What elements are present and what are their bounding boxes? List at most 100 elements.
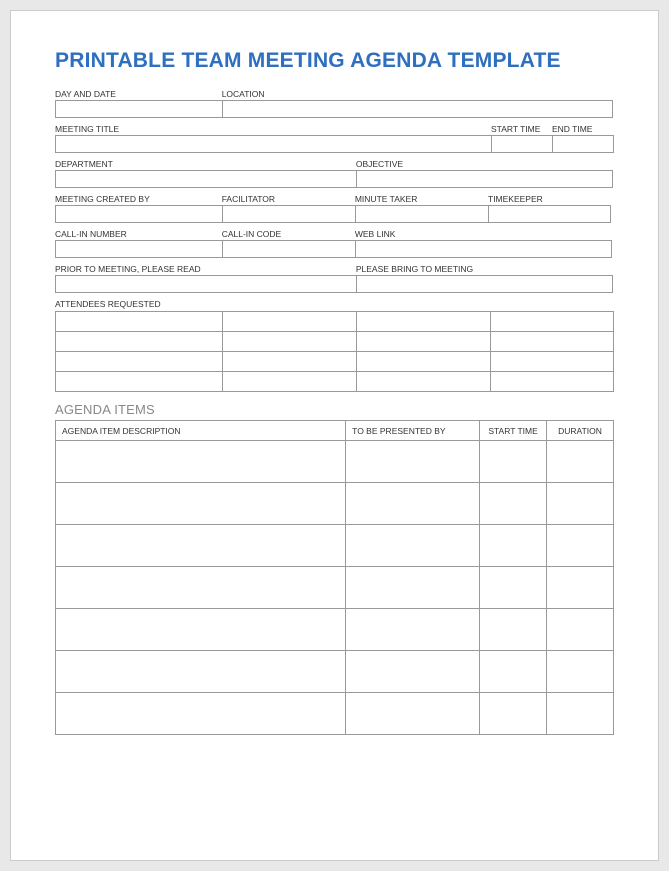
input-start-time[interactable] (491, 135, 553, 153)
agenda-cell[interactable] (346, 609, 480, 651)
agenda-cell[interactable] (346, 567, 480, 609)
label-created-by: MEETING CREATED BY (55, 194, 223, 205)
input-minute-taker[interactable] (355, 205, 489, 223)
table-row (56, 352, 614, 372)
field-minute-taker: MINUTE TAKER (355, 194, 489, 223)
attendee-cell[interactable] (56, 312, 223, 332)
agenda-cell[interactable] (547, 567, 614, 609)
agenda-cell[interactable] (480, 651, 547, 693)
agenda-cell[interactable] (480, 693, 547, 735)
agenda-cell[interactable] (346, 483, 480, 525)
input-meeting-title[interactable] (55, 135, 492, 153)
input-callin-code[interactable] (222, 240, 356, 258)
label-attendees: ATTENDEES REQUESTED (55, 299, 614, 310)
table-row (56, 483, 614, 525)
attendee-cell[interactable] (56, 372, 223, 392)
agenda-cell[interactable] (56, 651, 346, 693)
table-row (56, 372, 614, 392)
row-prior-bring: PRIOR TO MEETING, PLEASE READ PLEASE BRI… (55, 264, 614, 293)
attendee-cell[interactable] (491, 332, 614, 352)
agenda-cell[interactable] (56, 525, 346, 567)
table-row (56, 693, 614, 735)
label-callin-number: CALL-IN NUMBER (55, 229, 223, 240)
section-agenda-title: AGENDA ITEMS (55, 402, 614, 417)
agenda-cell[interactable] (346, 441, 480, 483)
agenda-cell[interactable] (56, 567, 346, 609)
label-day-date: DAY AND DATE (55, 89, 223, 100)
field-timekeeper: TIMEKEEPER (488, 194, 611, 223)
table-row (56, 525, 614, 567)
attendee-cell[interactable] (357, 332, 491, 352)
input-objective[interactable] (356, 170, 613, 188)
input-end-time[interactable] (552, 135, 614, 153)
agenda-cell[interactable] (547, 651, 614, 693)
input-callin-number[interactable] (55, 240, 223, 258)
agenda-cell[interactable] (346, 693, 480, 735)
input-created-by[interactable] (55, 205, 223, 223)
row-day-location: DAY AND DATE LOCATION (55, 89, 614, 118)
attendee-cell[interactable] (223, 312, 357, 332)
field-callin-code: CALL-IN CODE (222, 229, 356, 258)
attendee-cell[interactable] (357, 352, 491, 372)
attendee-cell[interactable] (56, 352, 223, 372)
agenda-cell[interactable] (346, 525, 480, 567)
field-created-by: MEETING CREATED BY (55, 194, 223, 223)
agenda-cell[interactable] (480, 483, 547, 525)
attendee-cell[interactable] (491, 372, 614, 392)
agenda-header-duration: DURATION (547, 421, 614, 441)
table-row (56, 567, 614, 609)
agenda-cell[interactable] (56, 693, 346, 735)
label-objective: OBJECTIVE (356, 159, 613, 170)
agenda-cell[interactable] (56, 441, 346, 483)
agenda-cell[interactable] (56, 609, 346, 651)
document-page: PRINTABLE TEAM MEETING AGENDA TEMPLATE D… (10, 10, 659, 861)
label-start-time: START TIME (491, 124, 553, 135)
attendee-cell[interactable] (491, 312, 614, 332)
input-prior-read[interactable] (55, 275, 357, 293)
attendee-cell[interactable] (223, 352, 357, 372)
input-web-link[interactable] (355, 240, 612, 258)
label-callin-code: CALL-IN CODE (222, 229, 356, 240)
agenda-cell[interactable] (56, 483, 346, 525)
agenda-header-presented-by: TO BE PRESENTED BY (346, 421, 480, 441)
table-row (56, 651, 614, 693)
agenda-cell[interactable] (547, 525, 614, 567)
agenda-header-description: AGENDA ITEM DESCRIPTION (56, 421, 346, 441)
input-day-date[interactable] (55, 100, 223, 118)
attendee-cell[interactable] (223, 332, 357, 352)
table-row (56, 441, 614, 483)
field-day-date: DAY AND DATE (55, 89, 223, 118)
input-please-bring[interactable] (356, 275, 613, 293)
agenda-cell[interactable] (480, 441, 547, 483)
input-location[interactable] (222, 100, 613, 118)
agenda-cell[interactable] (480, 609, 547, 651)
attendee-cell[interactable] (491, 352, 614, 372)
field-please-bring: PLEASE BRING TO MEETING (356, 264, 613, 293)
agenda-cell[interactable] (547, 609, 614, 651)
page-title: PRINTABLE TEAM MEETING AGENDA TEMPLATE (55, 49, 614, 73)
label-minute-taker: MINUTE TAKER (355, 194, 489, 205)
field-facilitator: FACILITATOR (222, 194, 356, 223)
label-timekeeper: TIMEKEEPER (488, 194, 611, 205)
input-department[interactable] (55, 170, 357, 188)
label-prior-read: PRIOR TO MEETING, PLEASE READ (55, 264, 357, 275)
attendee-cell[interactable] (223, 372, 357, 392)
agenda-cell[interactable] (480, 525, 547, 567)
agenda-cell[interactable] (547, 441, 614, 483)
agenda-cell[interactable] (547, 693, 614, 735)
input-timekeeper[interactable] (488, 205, 611, 223)
field-department: DEPARTMENT (55, 159, 357, 188)
attendee-cell[interactable] (357, 372, 491, 392)
attendee-cell[interactable] (56, 332, 223, 352)
field-meeting-title: MEETING TITLE (55, 124, 492, 153)
agenda-cell[interactable] (480, 567, 547, 609)
table-row (56, 332, 614, 352)
agenda-cell[interactable] (346, 651, 480, 693)
input-facilitator[interactable] (222, 205, 356, 223)
field-end-time: END TIME (552, 124, 614, 153)
agenda-cell[interactable] (547, 483, 614, 525)
field-start-time: START TIME (491, 124, 553, 153)
field-location: LOCATION (222, 89, 613, 118)
attendee-cell[interactable] (357, 312, 491, 332)
label-end-time: END TIME (552, 124, 614, 135)
